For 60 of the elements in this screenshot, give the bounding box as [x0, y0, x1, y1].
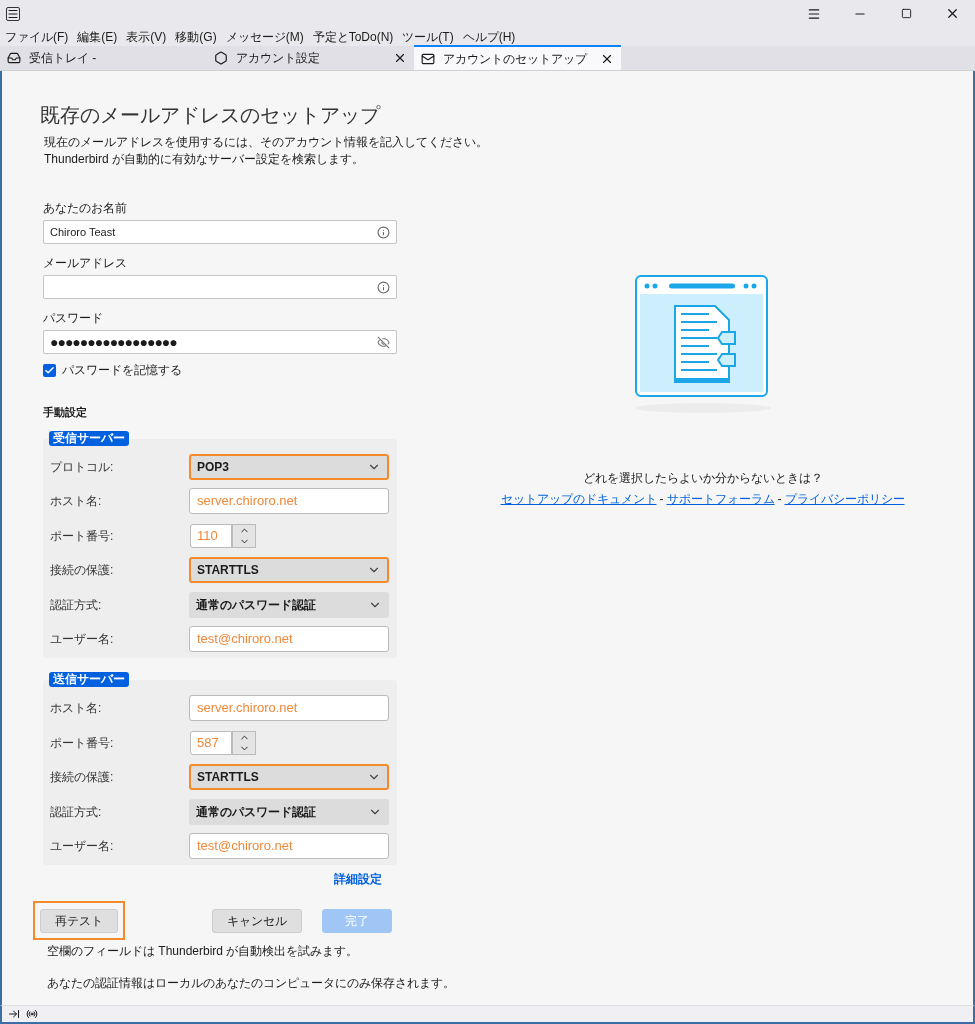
description: 現在のメールアドレスを使用するには、そのアカウント情報を記入してください。 Thunderbird が自動的に有効なサーバー設定を検索します。	[44, 134, 488, 168]
dropdown[interactable]: STARTTLS	[189, 764, 389, 790]
row-label: プロトコル:	[50, 458, 115, 476]
menu-item[interactable]: ツール(T)	[402, 27, 454, 46]
dropdown[interactable]: STARTTLS	[189, 557, 389, 583]
password-field[interactable]: ●●●●●●●●●●●●●●●●●	[43, 330, 397, 354]
server-badge: 送信サーバー	[49, 672, 129, 687]
dropdown[interactable]: 通常のパスワード認証	[189, 798, 389, 825]
dropdown[interactable]: 通常のパスワード認証	[189, 591, 389, 618]
menu-item[interactable]: 編集(E)	[77, 27, 118, 46]
row-label: 認証方式:	[50, 803, 103, 821]
menu-item[interactable]: メッセージ(M)	[225, 27, 304, 46]
server-badge: 受信サーバー	[49, 430, 129, 446]
link-separator: -	[659, 491, 664, 508]
menu-item[interactable]: ファイル(F)	[5, 27, 69, 46]
note-text: あなたの認証情報はローカルのあなたのコンピュータにのみ保存されます。	[47, 975, 455, 992]
row-label: ポート番号:	[50, 734, 115, 752]
help-question: どれを選択したらよいか分からないときは？	[582, 470, 823, 487]
row-label: 接続の保護:	[50, 769, 115, 786]
activity-icon[interactable]	[26, 1008, 38, 1020]
note-text: 空欄のフィールドは Thunderbird が自動検出を試みます。	[47, 943, 359, 960]
inbox-icon	[7, 50, 21, 65]
info-icon[interactable]	[377, 225, 390, 239]
field-label: あなたのお名前	[43, 201, 127, 215]
hexagon-icon	[214, 50, 228, 65]
row-label: ホスト名:	[50, 493, 103, 510]
row-label: ホスト名:	[50, 700, 103, 717]
info-icon[interactable]	[377, 280, 390, 294]
row-label: ポート番号:	[50, 527, 115, 545]
text-field[interactable]	[43, 275, 397, 299]
help-link[interactable]: プライバシーポリシー	[784, 490, 905, 508]
field-label: パスワード	[43, 311, 103, 325]
dialog-button[interactable]: キャンセル	[212, 909, 302, 933]
field-label: メールアドレス	[43, 256, 127, 270]
link-separator: -	[777, 491, 782, 508]
row-label: 接続の保護:	[50, 562, 115, 579]
app-icon	[6, 6, 20, 21]
checkbox[interactable]	[43, 363, 56, 377]
help-link[interactable]: サポートフォーラム	[666, 490, 775, 508]
dialog-button[interactable]: 再テスト	[40, 909, 118, 933]
menu-item[interactable]: ヘルプ(H)	[462, 27, 516, 46]
menu-item[interactable]: 移動(G)	[175, 27, 217, 46]
tab[interactable]: アカウント設定	[207, 45, 414, 70]
row-label: ユーザー名:	[50, 838, 115, 855]
menu-item[interactable]: 予定とToDo(N)	[312, 27, 394, 46]
row-label: ユーザー名:	[50, 631, 115, 648]
row-label: 認証方式:	[50, 596, 103, 614]
help-link[interactable]: セットアップのドキュメント	[500, 490, 657, 508]
envelope-icon	[421, 51, 435, 66]
dropdown[interactable]: POP3	[189, 453, 389, 480]
text-field[interactable]: Chiroro Teast	[43, 220, 397, 244]
menu-item[interactable]: 表示(V)	[126, 27, 167, 46]
section-heading: 手動設定	[43, 405, 87, 420]
advanced-settings-link[interactable]: 詳細設定	[334, 870, 382, 888]
tab[interactable]: アカウントのセットアップ	[414, 45, 621, 70]
page-title: 既存のメールアドレスのセットアップ	[40, 103, 380, 128]
eye-slash-icon[interactable]	[377, 335, 390, 349]
collapse-icon[interactable]	[8, 1008, 20, 1020]
checkbox-label: パスワードを記憶する	[62, 362, 182, 379]
tab[interactable]: 受信トレイ -	[0, 45, 207, 70]
